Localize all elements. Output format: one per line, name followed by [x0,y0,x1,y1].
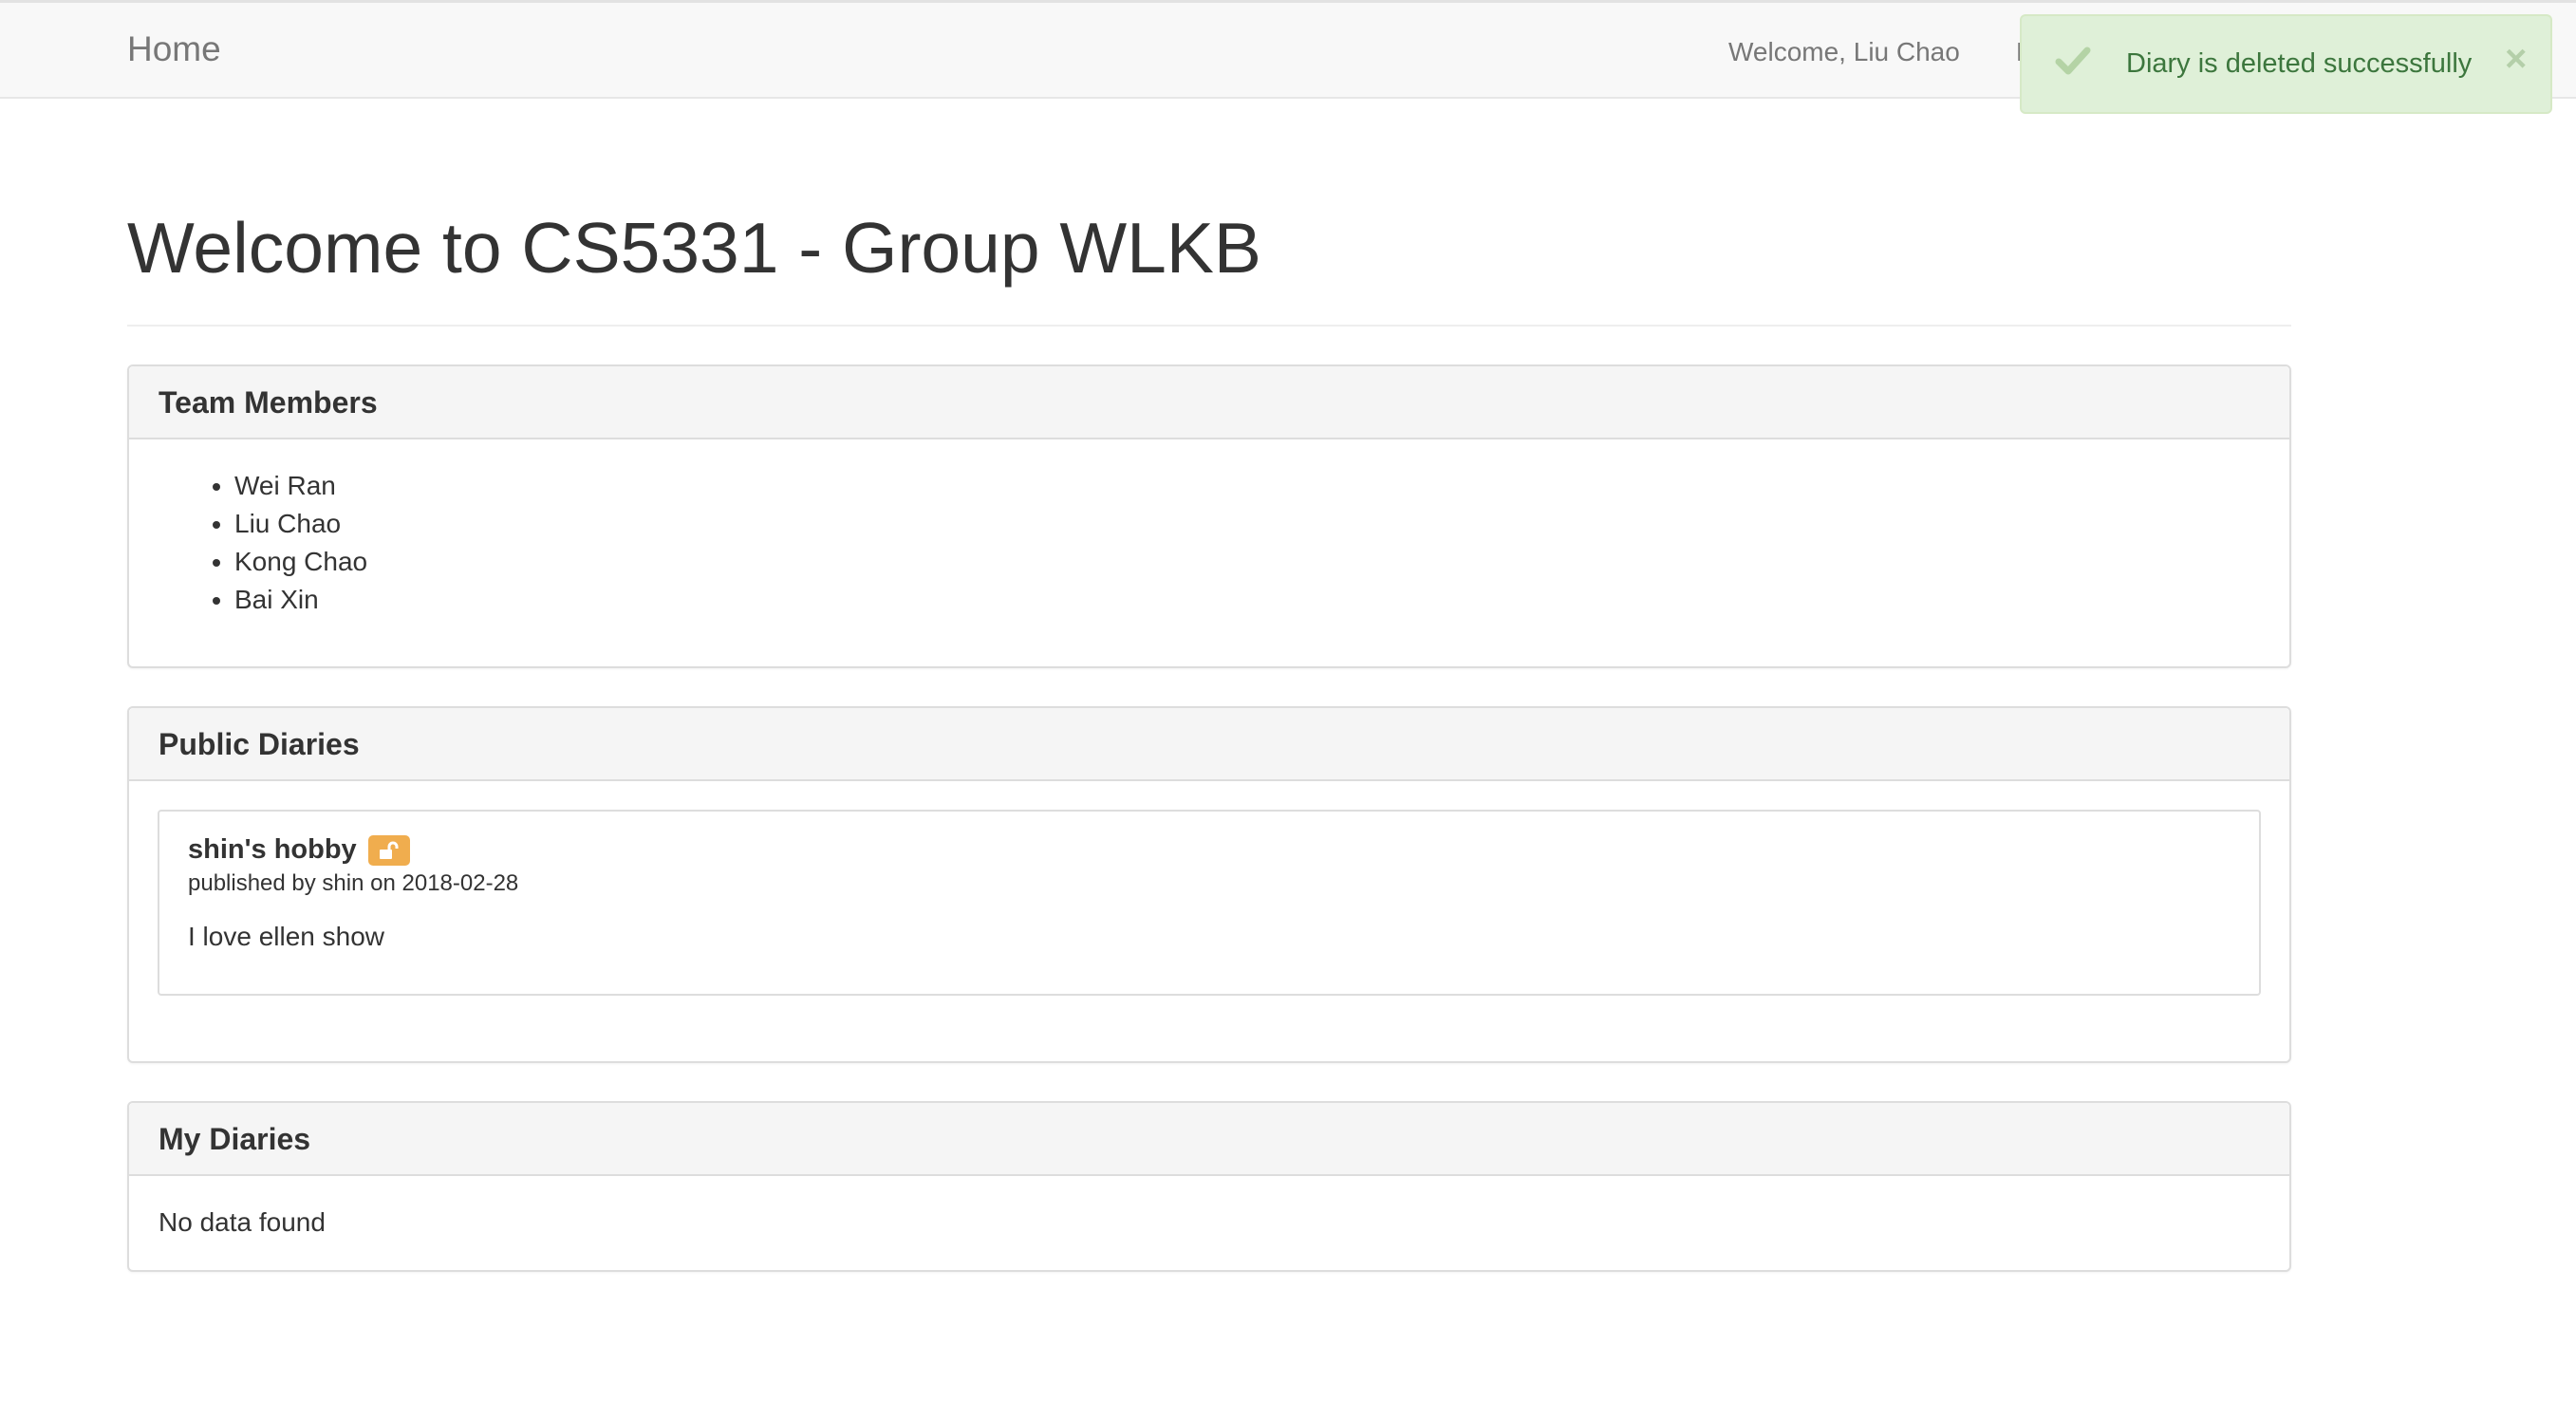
empty-state-text: No data found [159,1207,326,1237]
diary-body: I love ellen show [188,922,385,951]
public-status-badge [368,834,411,866]
success-toast: Diary is deleted successfully × [2020,14,2552,114]
list-item: Wei Ran [234,467,367,505]
panel-heading: My Diaries [129,1103,2289,1176]
diary-title[interactable]: shin's hobby [188,834,357,865]
list-item: Bai Xin [234,581,367,619]
panel-heading: Public Diaries [129,708,2289,781]
unlock-icon [380,841,399,859]
panel-heading: Team Members [129,366,2289,439]
toast-close-button[interactable]: × [2505,40,2527,78]
list-item: Kong Chao [234,543,367,581]
diary-card: shin's hobby published by shin on 2018-0… [158,810,2261,996]
list-item: Liu Chao [234,505,367,543]
toast-message: Diary is deleted successfully [2126,48,2473,79]
check-icon [2055,47,2091,75]
welcome-text: Welcome, Liu Chao [1728,37,1960,66]
home-link[interactable]: Home [127,29,221,69]
header-divider [127,325,2291,327]
member-list: Wei Ran Liu Chao Kong Chao Bai Xin [234,467,367,619]
my-diaries-panel: My Diaries No data found [127,1101,2291,1272]
public-diaries-panel: Public Diaries shin's hobby published by… [127,706,2291,1063]
team-members-panel: Team Members Wei Ran Liu Chao Kong Chao … [127,364,2291,668]
page-title: Welcome to CS5331 - Group WLKB [127,208,1261,288]
diary-meta: published by shin on 2018-02-28 [188,870,519,896]
diary-title-row: shin's hobby [188,834,411,866]
